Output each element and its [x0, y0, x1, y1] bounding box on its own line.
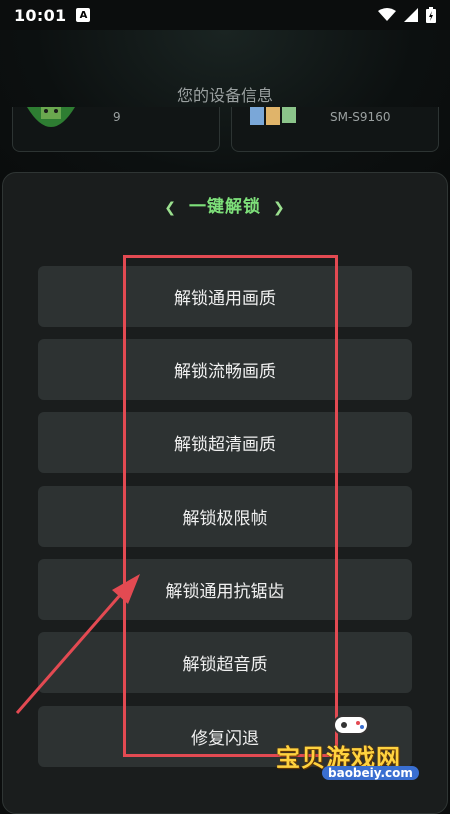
- watermark: 宝贝游戏网 baobeiy.com: [270, 710, 450, 790]
- gamepad-icon: [333, 715, 369, 735]
- annotation-arrow-icon: [15, 574, 140, 714]
- watermark-url: baobeiy.com: [322, 766, 419, 780]
